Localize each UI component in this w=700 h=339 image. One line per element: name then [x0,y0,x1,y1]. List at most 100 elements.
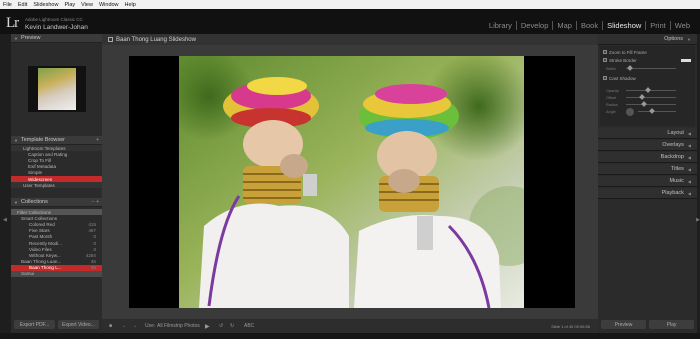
play-button[interactable]: Play [649,320,694,329]
cast-shadow-checkbox[interactable]: Cast Shadow [600,74,695,82]
panel-title: Titles [670,166,684,172]
shadow-opacity-slider[interactable]: Opacity [606,87,691,93]
slider-knob[interactable] [641,101,647,107]
slideshow-toolbar: ■ ← → Use: All Filmstrip Photos ▶ ↺ ↻ AB… [102,319,598,333]
collections-header[interactable]: ▼ Collections − + [11,198,102,207]
next-slide-icon[interactable]: → [132,323,137,329]
stroke-width-slider[interactable]: Width [606,65,691,71]
collection-label: Video Files [29,246,52,252]
template-label: Exif Metadata [28,164,57,170]
angle-label: Angle [606,109,616,114]
left-panel-buttons: Export PDF... Export Video... [11,320,102,330]
export-video-button[interactable]: Export Video... [58,320,99,329]
options-title: Options [664,36,684,42]
menu-play[interactable]: Play [64,2,75,8]
disclosure-triangle-icon[interactable]: ◀ [688,143,691,148]
slider-knob[interactable] [639,94,645,100]
panel-music[interactable]: Music ◀ [598,176,697,187]
radius-label: Radius [606,102,618,107]
panel-playback[interactable]: Playback ◀ [598,188,697,199]
preview-panel-header[interactable]: ▼ Preview [11,34,102,43]
slide-canvas[interactable] [129,56,575,308]
menu-help[interactable]: Help [125,2,136,8]
menu-bar: File Edit Slideshow Play View Window Help [0,0,700,9]
collection-count: 467 [88,228,96,234]
app-name: Adobe Lightroom Classic CC [25,17,83,22]
lightroom-logo: Lr [6,15,19,31]
panel-titles[interactable]: Titles ◀ [598,164,697,175]
menu-window[interactable]: Window [99,2,119,8]
module-book[interactable]: Book [575,21,602,30]
panel-title: Playback [661,190,684,196]
slider-track[interactable] [638,108,676,114]
slider-track[interactable] [626,65,676,71]
left-edge-collapse[interactable]: ◀ [0,34,11,339]
disclosure-triangle-icon[interactable]: ◀ [688,131,691,136]
disclosure-triangle-icon[interactable]: ◀ [688,179,691,184]
slider-track[interactable] [626,101,676,107]
shadow-offset-slider[interactable]: Offset [606,94,691,100]
collapse-right-icon[interactable]: ▶ [696,217,700,223]
module-library[interactable]: Library [485,21,516,30]
slider-knob[interactable] [645,87,651,93]
disclosure-triangle-icon[interactable]: ▼ [687,37,691,42]
module-map[interactable]: Map [552,21,576,30]
shadow-angle-slider[interactable]: Angle [606,107,691,116]
stroke-border-checkbox[interactable]: Stroke Border [600,56,695,64]
module-slideshow[interactable]: Slideshow [602,21,645,30]
disclosure-triangle-icon[interactable]: ◀ [688,167,691,172]
module-develop[interactable]: Develop [515,21,553,30]
menu-file[interactable]: File [3,2,12,8]
slider-track[interactable] [626,94,676,100]
zoom-to-fill-checkbox[interactable]: Zoom to Fill Frame [600,48,695,56]
add-text-button[interactable]: ABC [244,323,254,329]
export-pdf-button[interactable]: Export PDF... [14,320,55,329]
disclosure-triangle-icon[interactable]: ▼ [14,200,18,205]
checkbox-icon[interactable] [603,58,607,62]
disclosure-triangle-icon[interactable]: ◀ [688,191,691,196]
stop-icon[interactable]: ■ [109,323,112,329]
prev-slide-icon[interactable]: ← [122,323,127,329]
panel-overlays[interactable]: Overlays ◀ [598,140,697,151]
module-print[interactable]: Print [645,21,669,30]
menu-slideshow[interactable]: Slideshow [33,2,58,8]
preview-button[interactable]: Preview [601,320,646,329]
template-browser-header[interactable]: ▼ Template Browser + [11,136,102,145]
shadow-radius-slider[interactable]: Radius [606,101,691,107]
rotate-right-icon[interactable]: ↻ [230,323,234,329]
template-label: Caption and Rating [28,151,68,157]
menu-edit[interactable]: Edit [18,2,27,8]
panel-layout[interactable]: Layout ◀ [598,128,697,139]
play-icon[interactable]: ▶ [205,323,210,330]
cast-shadow-label: Cast Shadow [609,75,636,81]
collection-label: Samui [21,271,35,277]
identity-plate-user: Kevin Landwer-Johan [25,24,88,31]
checkbox-icon[interactable] [603,50,607,54]
panel-backdrop[interactable]: Backdrop ◀ [598,152,697,163]
collection-label: Five Stars [29,228,50,234]
checkbox-icon[interactable] [603,76,607,80]
disclosure-triangle-icon[interactable]: ▼ [14,138,18,143]
collection-label: Recently Modi... [29,240,62,246]
stroke-color-swatch[interactable] [681,58,691,62]
angle-dial-icon[interactable] [626,107,634,116]
rotate-left-icon[interactable]: ↺ [219,323,223,329]
collapse-left-icon[interactable]: ◀ [3,217,7,223]
slider-knob[interactable] [649,108,655,114]
menu-view[interactable]: View [81,2,93,8]
slider-knob[interactable] [627,65,633,71]
disclosure-triangle-icon[interactable]: ◀ [688,155,691,160]
slider-track[interactable] [626,87,676,93]
template-item[interactable]: User Templates [11,182,102,189]
panel-title: Music [669,178,684,184]
module-web[interactable]: Web [669,21,694,30]
disclosure-triangle-icon[interactable]: ▼ [14,36,18,41]
collections-list: Filter Collections Smart Collections Color… [11,209,102,278]
collection-item[interactable]: Samui [11,270,102,278]
options-panel-header[interactable]: Options ▼ [598,34,697,45]
use-source-select[interactable]: All Filmstrip Photos [157,323,200,329]
add-collection-icon[interactable]: − + [92,199,99,205]
collection-count: 45 [90,259,96,265]
add-template-icon[interactable]: + [96,137,99,143]
stroke-border-label: Stroke Border [609,57,637,63]
